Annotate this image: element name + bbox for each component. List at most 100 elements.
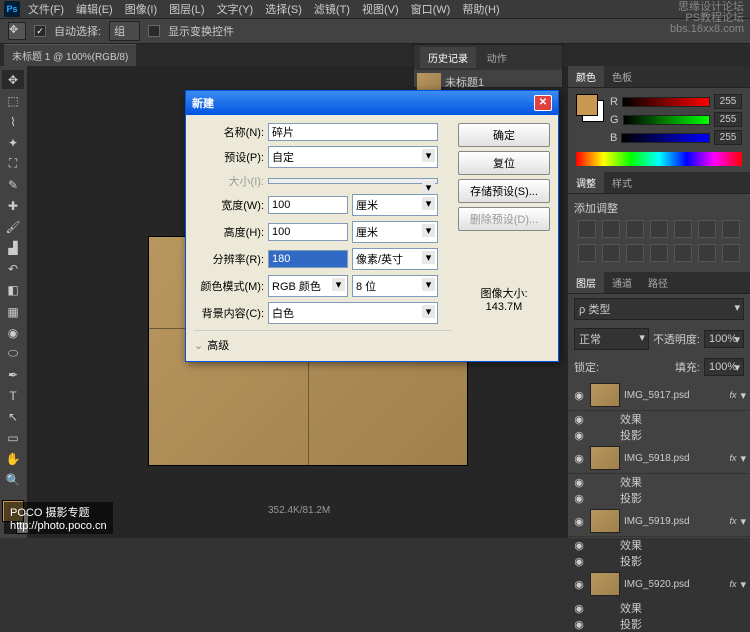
gradient-tool[interactable]: ▦	[2, 302, 24, 321]
wand-tool[interactable]: ✦	[2, 133, 24, 152]
styles-tab[interactable]: 样式	[604, 172, 640, 193]
adj-curves-icon[interactable]	[626, 220, 644, 238]
heal-tool[interactable]: ✚	[2, 197, 24, 216]
close-button[interactable]: ✕	[534, 95, 552, 111]
path-tool[interactable]: ↖	[2, 408, 24, 427]
visibility-icon[interactable]: ◉	[572, 618, 586, 631]
reset-button[interactable]: 复位	[458, 151, 550, 175]
type-tool[interactable]: T	[2, 386, 24, 405]
adj-channel-mixer-icon[interactable]	[602, 244, 620, 262]
fx-badge[interactable]: fx	[729, 453, 736, 463]
b-value[interactable]: 255	[714, 130, 742, 145]
background-combo[interactable]: 白色	[268, 302, 438, 324]
layer-name[interactable]: IMG_5917.psd	[624, 390, 725, 401]
adj-levels-icon[interactable]	[602, 220, 620, 238]
b-slider[interactable]	[621, 133, 710, 143]
layer-kind-filter[interactable]: ρ 类型	[574, 298, 744, 320]
opacity-value[interactable]: 100%	[704, 330, 744, 348]
fill-value[interactable]: 100%	[704, 358, 744, 376]
layer-thumb[interactable]	[590, 383, 620, 407]
menu-view[interactable]: 视图(V)	[358, 1, 403, 17]
channels-tab[interactable]: 通道	[604, 272, 640, 293]
layer-effects[interactable]: ◉效果	[568, 600, 750, 616]
g-slider[interactable]	[623, 115, 710, 125]
adj-invert-icon[interactable]	[650, 244, 668, 262]
brush-tool[interactable]: 🖌	[2, 218, 24, 237]
paths-tab[interactable]: 路径	[640, 272, 676, 293]
menu-help[interactable]: 帮助(H)	[458, 1, 503, 17]
width-input[interactable]	[268, 196, 348, 214]
layer-thumb[interactable]	[590, 509, 620, 533]
dodge-tool[interactable]: ⬭	[2, 344, 24, 363]
resolution-unit-combo[interactable]: 像素/英寸	[352, 248, 438, 270]
adj-bw-icon[interactable]	[722, 220, 740, 238]
layer-item[interactable]: ◉ IMG_5917.psd fx ▾	[568, 380, 750, 411]
hand-tool[interactable]: ✋	[2, 450, 24, 469]
adj-threshold-icon[interactable]	[698, 244, 716, 262]
visibility-icon[interactable]: ◉	[572, 555, 586, 568]
auto-select-target[interactable]: 组	[109, 21, 140, 41]
collapse-icon[interactable]: ▾	[740, 515, 746, 528]
layer-effect-shadow[interactable]: ◉投影	[568, 616, 750, 632]
crop-tool[interactable]: ⛶	[2, 154, 24, 173]
show-transform-checkbox[interactable]	[148, 25, 160, 37]
visibility-icon[interactable]: ◉	[572, 429, 586, 442]
save-preset-button[interactable]: 存储预设(S)...	[458, 179, 550, 203]
visibility-icon[interactable]: ◉	[572, 476, 586, 489]
history-tab[interactable]: 历史记录	[420, 47, 476, 68]
menu-select[interactable]: 选择(S)	[261, 1, 306, 17]
menu-window[interactable]: 窗口(W)	[407, 1, 455, 17]
adj-gradient-map-icon[interactable]	[722, 244, 740, 262]
resolution-input[interactable]	[268, 250, 348, 268]
visibility-icon[interactable]: ◉	[572, 578, 586, 591]
visibility-icon[interactable]: ◉	[572, 452, 586, 465]
layer-thumb[interactable]	[590, 446, 620, 470]
marquee-tool[interactable]: ⬚	[2, 91, 24, 110]
adj-posterize-icon[interactable]	[674, 244, 692, 262]
adj-exposure-icon[interactable]	[650, 220, 668, 238]
lasso-tool[interactable]: ⌇	[2, 112, 24, 131]
menu-type[interactable]: 文字(Y)	[213, 1, 258, 17]
r-slider[interactable]	[622, 97, 710, 107]
eyedropper-tool[interactable]: ✎	[2, 175, 24, 194]
name-input[interactable]	[268, 123, 438, 141]
advanced-toggle-icon[interactable]: ⌄	[194, 340, 203, 352]
document-tab[interactable]: 未标题 1 @ 100%(RGB/8)	[4, 44, 136, 66]
blend-mode[interactable]: 正常	[574, 328, 649, 350]
r-value[interactable]: 255	[714, 94, 742, 109]
visibility-icon[interactable]: ◉	[572, 492, 586, 505]
layer-name[interactable]: IMG_5918.psd	[624, 453, 725, 464]
layer-item[interactable]: ◉IMG_5920.psdfx▾	[568, 569, 750, 600]
swatches-tab[interactable]: 色板	[604, 66, 640, 87]
shape-tool[interactable]: ▭	[2, 429, 24, 448]
pen-tool[interactable]: ✒	[2, 365, 24, 384]
fx-badge[interactable]: fx	[729, 390, 736, 400]
color-spectrum[interactable]	[576, 152, 742, 166]
auto-select-checkbox[interactable]	[34, 25, 46, 37]
layers-tab[interactable]: 图层	[568, 272, 604, 293]
layer-effects[interactable]: ◉效果	[568, 537, 750, 553]
fx-badge[interactable]: fx	[729, 516, 736, 526]
menu-image[interactable]: 图像(I)	[121, 1, 161, 17]
layer-effect-shadow[interactable]: ◉投影	[568, 553, 750, 569]
adj-hue-icon[interactable]	[698, 220, 716, 238]
menu-file[interactable]: 文件(F)	[24, 1, 68, 17]
preset-combo[interactable]: 自定	[268, 146, 438, 168]
adj-lookup-icon[interactable]	[626, 244, 644, 262]
visibility-icon[interactable]: ◉	[572, 515, 586, 528]
height-unit-combo[interactable]: 厘米	[352, 221, 438, 243]
layer-effect-shadow[interactable]: ◉投影	[568, 427, 750, 443]
layer-name[interactable]: IMG_5919.psd	[624, 516, 725, 527]
color-mode-combo[interactable]: RGB 颜色	[268, 275, 348, 297]
collapse-icon[interactable]: ▾	[740, 389, 746, 402]
move-tool-icon[interactable]: ✥	[8, 22, 26, 40]
menu-edit[interactable]: 编辑(E)	[72, 1, 117, 17]
visibility-icon[interactable]: ◉	[572, 389, 586, 402]
layer-effects[interactable]: ◉效果	[568, 411, 750, 427]
actions-tab[interactable]: 动作	[479, 47, 515, 68]
bit-depth-combo[interactable]: 8 位	[352, 275, 438, 297]
visibility-icon[interactable]: ◉	[572, 539, 586, 552]
menu-layer[interactable]: 图层(L)	[165, 1, 208, 17]
collapse-icon[interactable]: ▾	[740, 578, 746, 591]
collapse-icon[interactable]: ▾	[740, 452, 746, 465]
